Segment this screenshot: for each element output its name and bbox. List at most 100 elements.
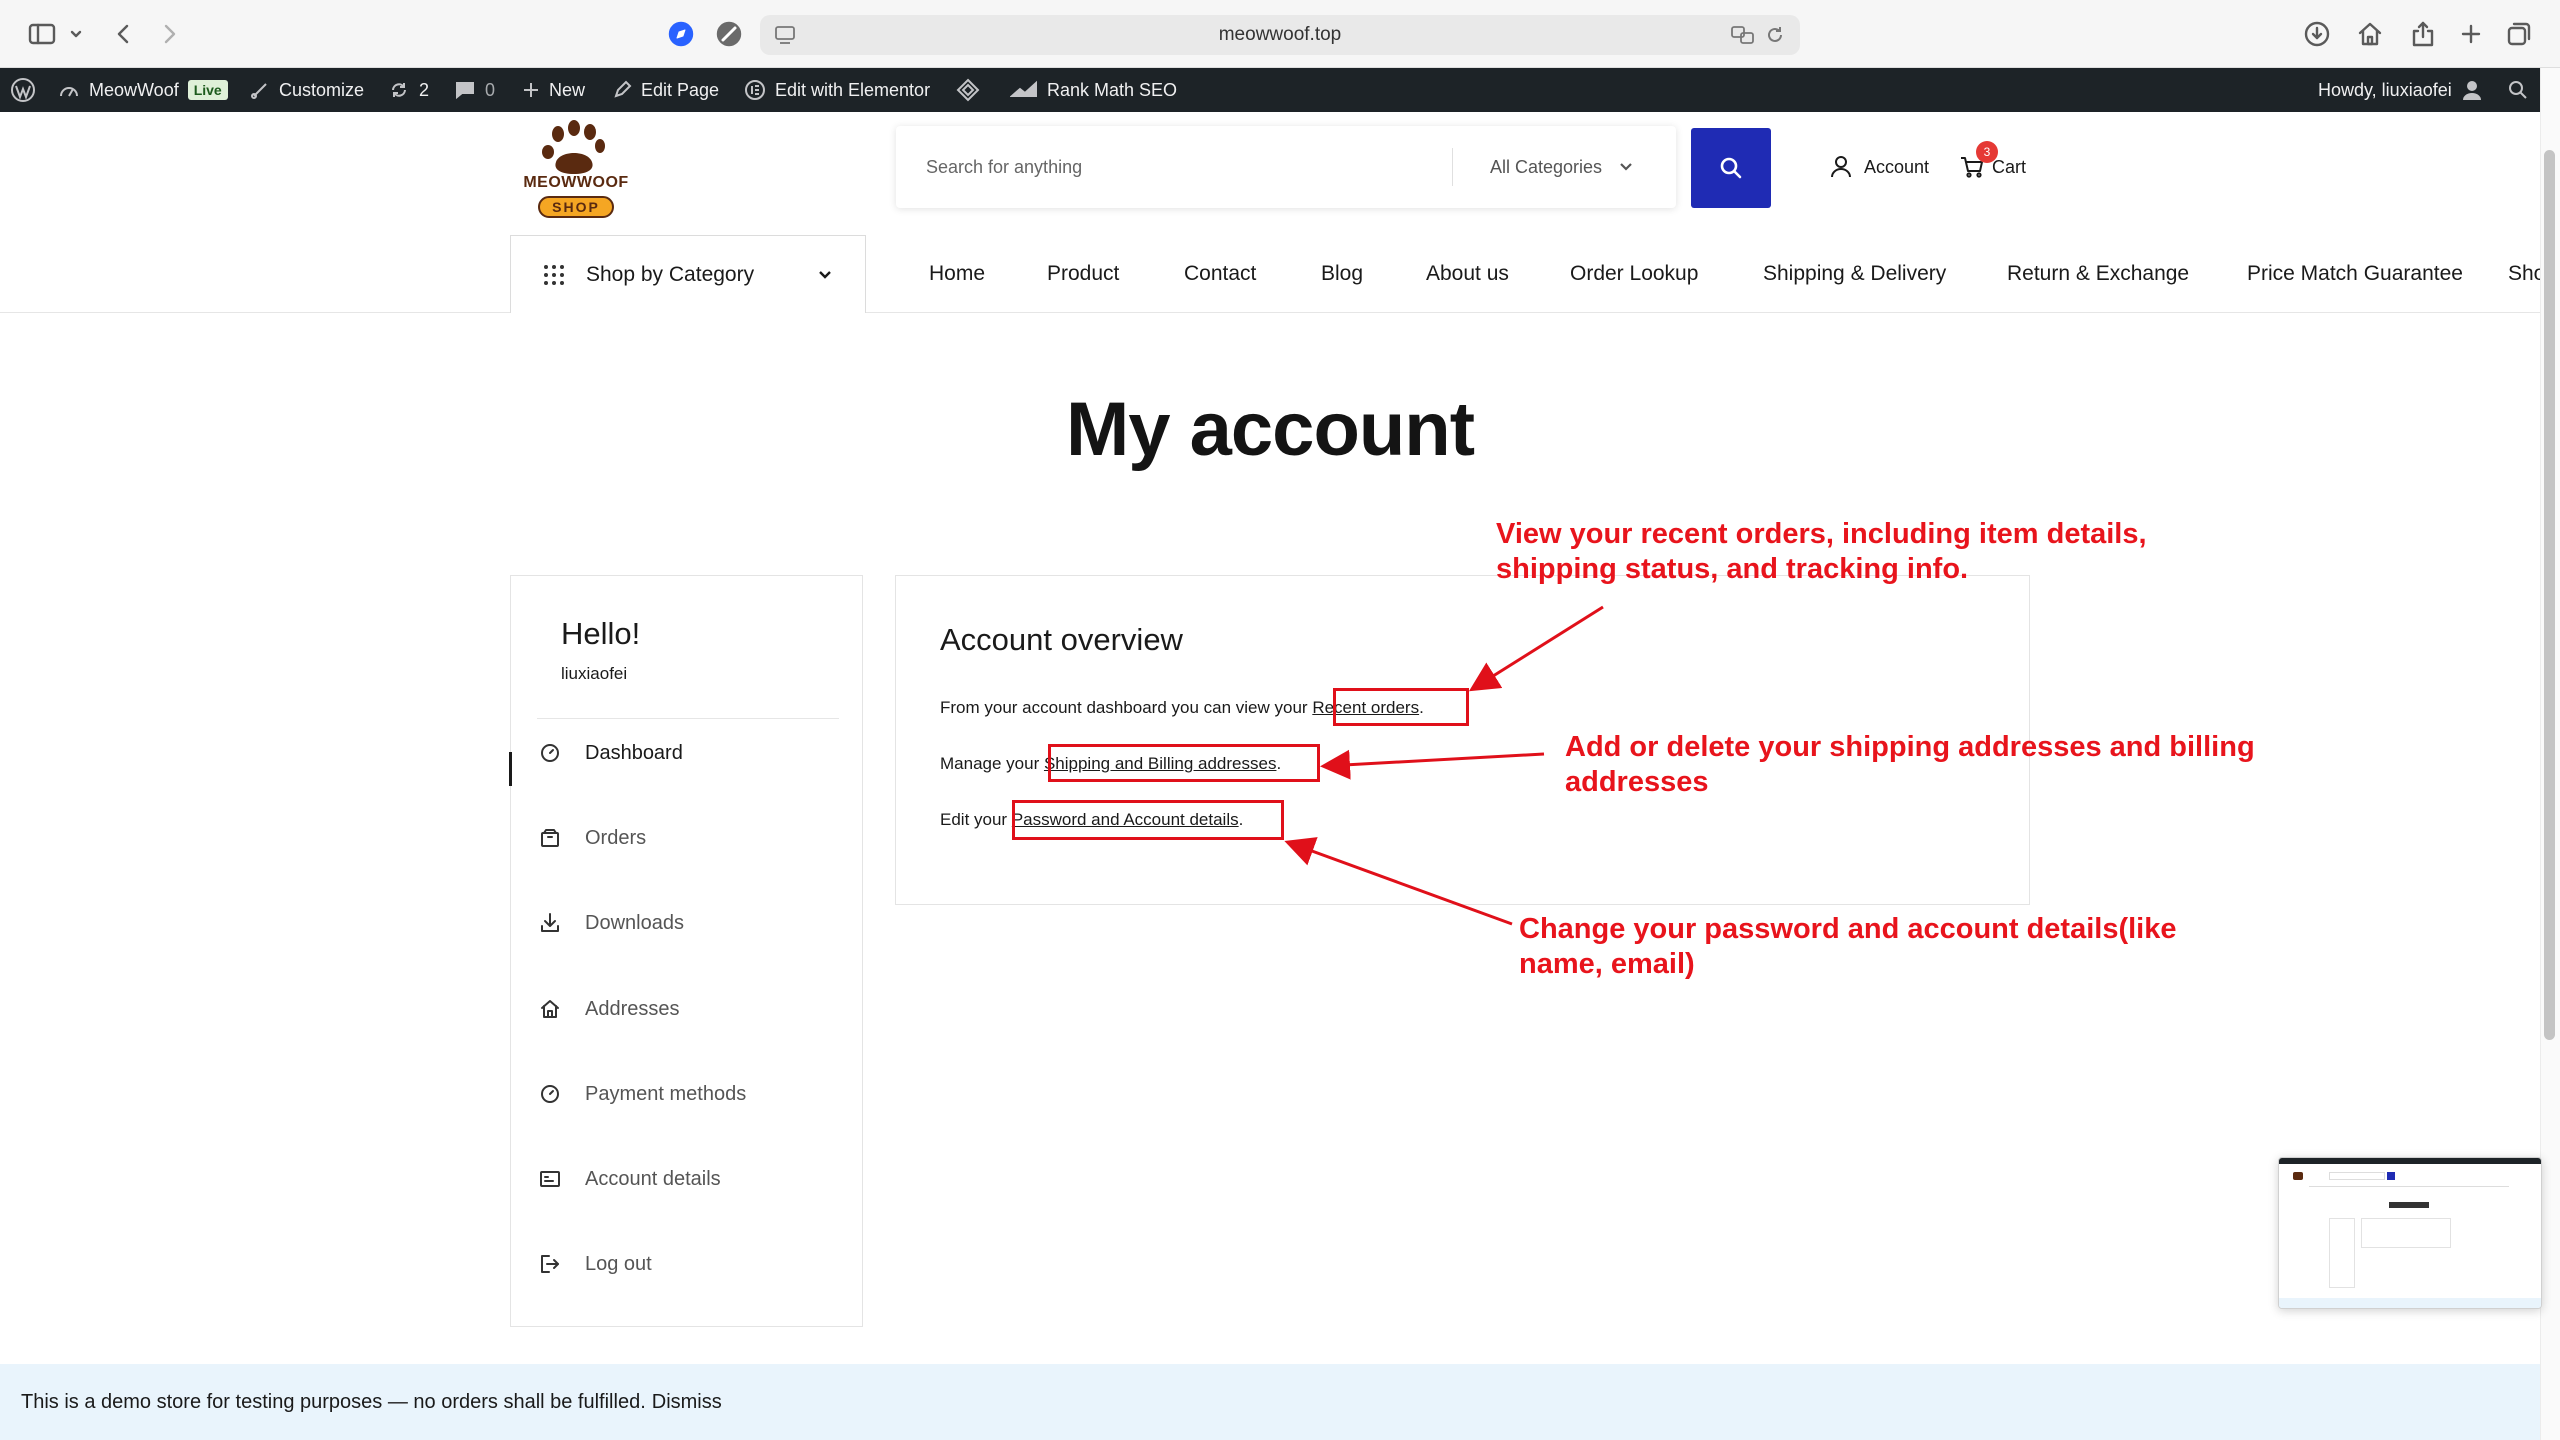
search-input[interactable]	[926, 126, 1416, 208]
url-text: meowwoof.top	[1218, 24, 1342, 45]
chevron-down-icon[interactable]	[66, 14, 86, 54]
downloads-icon[interactable]	[2300, 14, 2334, 54]
tab-overview-icon[interactable]	[2502, 14, 2536, 54]
comments-link[interactable]: 0	[454, 68, 495, 112]
category-select[interactable]: All Categories	[1490, 126, 1634, 208]
demo-store-notice: This is a demo store for testing purpose…	[0, 1364, 2540, 1440]
orders-box-icon	[539, 827, 561, 849]
category-select-label: All Categories	[1490, 156, 1603, 177]
nav-item-price-match[interactable]: Price Match Guarantee	[2247, 235, 2463, 313]
edit-page-label: Edit Page	[641, 79, 720, 100]
sidebar-item-log-out[interactable]: Log out	[511, 1239, 863, 1289]
sidebar-item-downloads[interactable]: Downloads	[511, 898, 863, 948]
customize-link[interactable]: Customize	[250, 68, 364, 112]
sidebar-item-label: Payment methods	[585, 1082, 747, 1105]
nav-item-blog[interactable]: Blog	[1321, 235, 1363, 313]
thumb-nav-line	[2309, 1186, 2509, 1187]
screenshot-thumbnail[interactable]	[2278, 1157, 2542, 1309]
nav-item-return-exchange[interactable]: Return & Exchange	[2007, 235, 2189, 313]
account-link[interactable]: Account	[1830, 150, 1929, 184]
comments-count: 0	[485, 79, 496, 100]
rank-math-link[interactable]: Rank Math SEO	[1010, 68, 1177, 112]
payment-gauge-icon	[539, 1083, 561, 1105]
sidebar-item-addresses[interactable]: Addresses	[511, 984, 863, 1034]
diamond-icon[interactable]	[956, 68, 980, 112]
nav-item-about-us[interactable]: About us	[1426, 235, 1509, 313]
sidebar-toggle-icon[interactable]	[22, 14, 62, 54]
annotation-orders: View your recent orders, including item …	[1496, 517, 2147, 587]
home-browser-icon[interactable]	[2352, 14, 2388, 54]
annotation-text: Add or delete your shipping addresses an…	[1565, 731, 2255, 763]
admin-search-icon[interactable]	[2508, 68, 2528, 112]
site-logo[interactable]: MEOWWOOF SHOP	[516, 118, 636, 222]
howdy-user-link[interactable]: Howdy, liuxiaofei	[2318, 68, 2483, 112]
cart-count-badge: 3	[1976, 141, 1998, 163]
user-avatar-icon	[2462, 81, 2481, 100]
thumb-notice	[2279, 1298, 2541, 1308]
updates-count: 2	[419, 79, 430, 100]
sidebar-item-label: Dashboard	[585, 741, 683, 764]
page-title: My account	[1065, 387, 1475, 472]
address-bar[interactable]: meowwoof.top	[760, 15, 1800, 55]
search-button[interactable]	[1691, 128, 1771, 208]
search-icon	[1720, 157, 1742, 179]
page-scrollbar-thumb[interactable]	[2544, 150, 2555, 1040]
overview-text: Edit your	[940, 810, 1012, 829]
rank-math-label: Rank Math SEO	[1047, 79, 1178, 100]
chevron-down-icon	[1620, 163, 1632, 171]
dismiss-link[interactable]: Dismiss	[652, 1391, 722, 1414]
sidebar-username: liuxiaofei	[561, 664, 628, 683]
dashboard-gauge-icon	[60, 87, 78, 97]
overview-text: Manage your	[940, 754, 1044, 773]
annotation-text: View your recent orders, including item …	[1496, 518, 2147, 550]
sidebar-item-orders[interactable]: Orders	[511, 813, 863, 863]
highlight-recent-orders	[1333, 688, 1469, 726]
edit-page-link[interactable]: Edit Page	[612, 68, 719, 112]
highlight-password	[1012, 800, 1284, 840]
plus-icon	[524, 83, 538, 97]
updates-link[interactable]: 2	[388, 68, 429, 112]
sidebar-item-label: Log out	[585, 1252, 652, 1275]
sidebar-item-label: Downloads	[585, 911, 684, 934]
nav-item-product[interactable]: Product	[1047, 235, 1119, 313]
thumb-admin-bar	[2279, 1158, 2541, 1164]
sidebar-item-payment-methods[interactable]: Payment methods	[511, 1069, 863, 1119]
dashboard-gauge-icon	[539, 742, 561, 764]
brush-icon	[251, 83, 267, 99]
logout-icon	[539, 1253, 561, 1275]
annotation-text: Change your password and account details…	[1519, 913, 2177, 945]
nav-item-contact[interactable]: Contact	[1184, 235, 1256, 313]
edit-elementor-label: Edit with Elementor	[775, 79, 931, 100]
overview-text: From your account dashboard you can view…	[940, 698, 1313, 717]
forward-icon[interactable]	[155, 14, 185, 54]
share-icon[interactable]	[2406, 14, 2440, 54]
nav-item-shipping-delivery[interactable]: Shipping & Delivery	[1763, 235, 1946, 313]
extension-block-icon[interactable]	[712, 14, 746, 54]
account-sidebar: Hello! liuxiaofei Dashboard Orders Downl…	[510, 575, 863, 1327]
customize-label: Customize	[279, 79, 365, 100]
new-tab-icon[interactable]	[2456, 14, 2486, 54]
home-icon	[539, 998, 561, 1020]
logo-shop-badge: SHOP	[538, 196, 614, 218]
cart-label: Cart	[1992, 156, 2027, 177]
rank-math-icon	[1010, 80, 1037, 97]
sidebar-item-account-details[interactable]: Account details	[511, 1154, 863, 1204]
thumb-card	[2361, 1218, 2451, 1248]
new-content-link[interactable]: New	[522, 68, 585, 112]
wordpress-logo-icon[interactable]	[10, 68, 36, 112]
reload-icon[interactable]	[1764, 24, 1786, 51]
nav-item-home[interactable]: Home	[929, 235, 985, 313]
site-name-link[interactable]: MeowWoof Live	[58, 68, 228, 112]
account-label: Account	[1864, 156, 1930, 177]
edit-elementor-link[interactable]: Edit with Elementor	[744, 68, 930, 112]
translate-icon[interactable]	[1730, 24, 1756, 51]
sidebar-divider	[537, 718, 839, 719]
site-name: MeowWoof	[89, 79, 179, 100]
nav-item-shop-truncated[interactable]: Sho	[2508, 235, 2540, 313]
browser-toolbar: meowwoof.top	[0, 0, 2560, 68]
extension-compass-icon[interactable]	[664, 14, 698, 54]
live-badge: Live	[187, 80, 228, 100]
nav-item-order-lookup[interactable]: Order Lookup	[1570, 235, 1698, 313]
back-icon[interactable]	[108, 14, 138, 54]
sidebar-item-dashboard[interactable]: Dashboard	[511, 728, 863, 778]
